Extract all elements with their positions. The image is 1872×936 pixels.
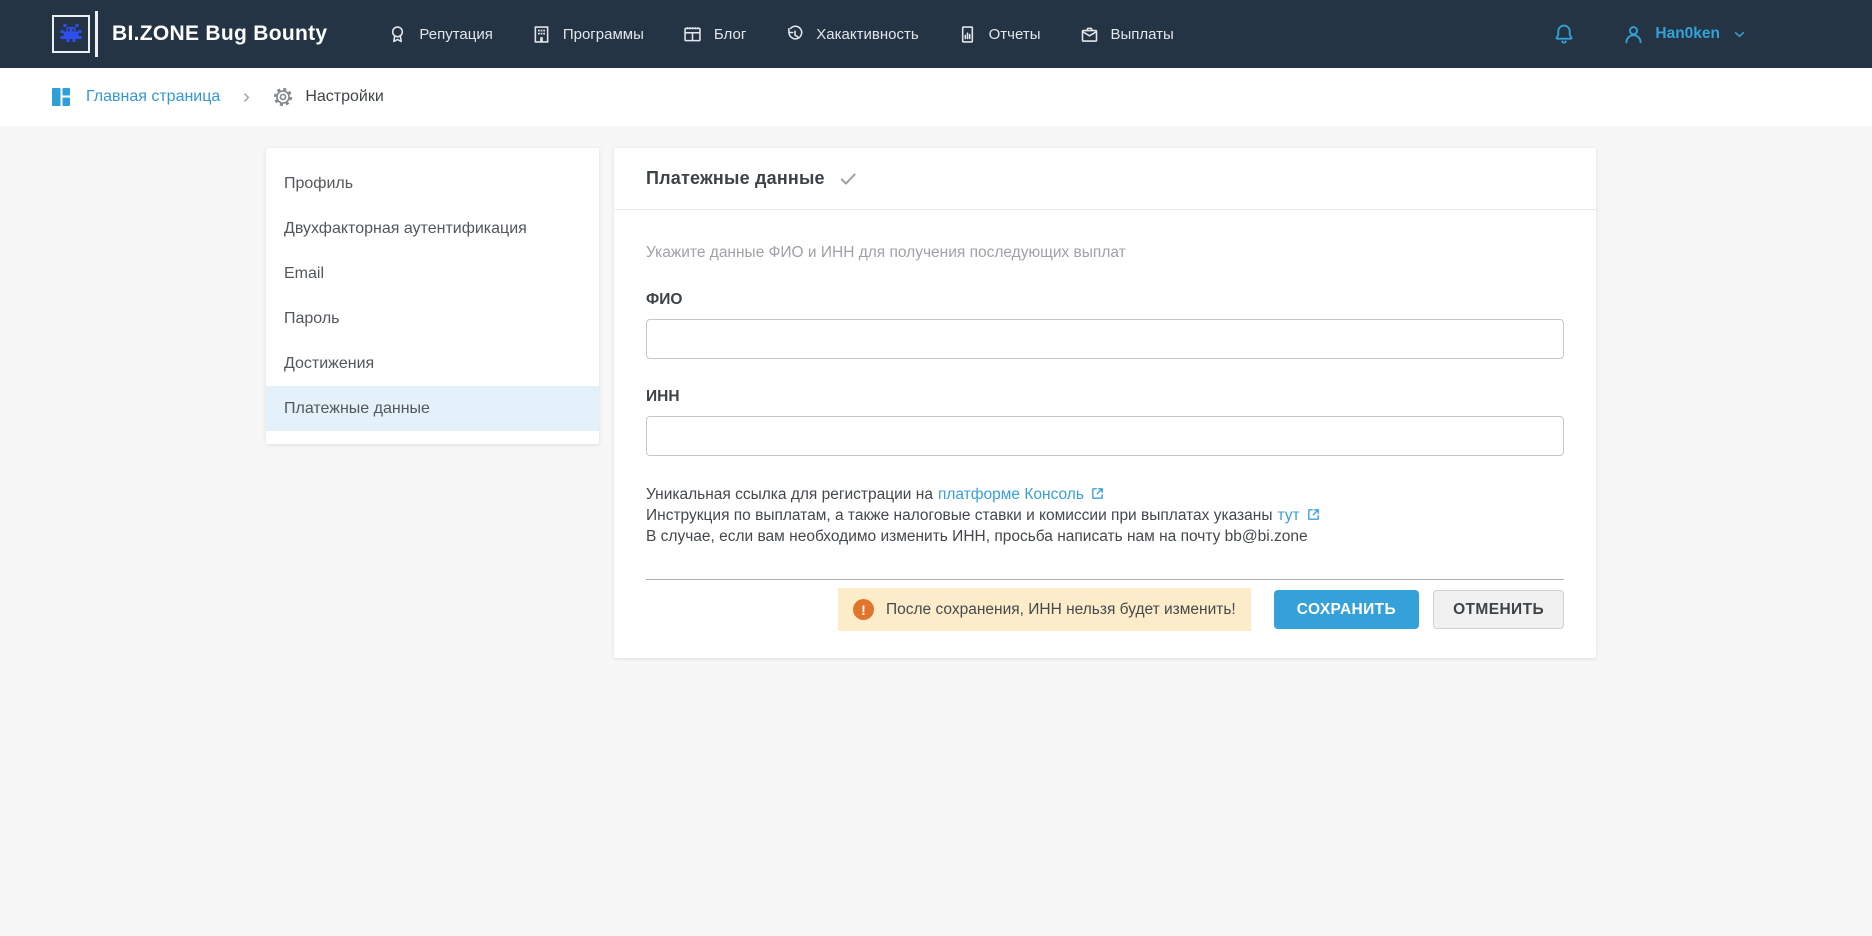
sidebar-item-profile[interactable]: Профиль (266, 161, 599, 206)
console-platform-link[interactable]: платформе Консоль (938, 486, 1084, 503)
notifications-bell-icon[interactable] (1551, 21, 1577, 47)
nav-item-label: Выплаты (1111, 26, 1174, 43)
breadcrumb-home-label: Главная страница (86, 88, 220, 106)
panel-description: Укажите данные ФИО и ИНН для получения п… (646, 244, 1564, 262)
breadcrumb-home-link[interactable]: Главная страница (49, 85, 220, 109)
inn-label: ИНН (646, 388, 1564, 406)
history-icon (784, 24, 805, 45)
nav-item-programs[interactable]: Программы (531, 24, 644, 45)
nav-item-hackactivity[interactable]: Хакактивность (784, 24, 918, 45)
top-navbar: BI.ZONE Bug Bounty Репутация (0, 0, 1872, 68)
breadcrumb: Главная страница Настройки (0, 68, 1872, 126)
user-menu[interactable]: Han0ken (1621, 22, 1748, 47)
panel-footer: ! После сохранения, ИНН нельзя будет изм… (646, 588, 1564, 631)
nav-item-reports[interactable]: Отчеты (957, 24, 1041, 45)
dashboard-icon (49, 85, 73, 109)
inn-input[interactable] (646, 416, 1564, 456)
fio-input[interactable] (646, 319, 1564, 359)
nav-item-label: Репутация (419, 26, 492, 43)
brand-logo[interactable]: BI.ZONE Bug Bounty (52, 11, 327, 57)
main-nav: Репутация Программы (387, 24, 1211, 45)
sidebar-item-password[interactable]: Пароль (266, 296, 599, 341)
user-icon (1621, 22, 1646, 47)
nav-item-label: Отчеты (989, 26, 1041, 43)
warning-banner: ! После сохранения, ИНН нельзя будет изм… (838, 588, 1251, 631)
cancel-button[interactable]: ОТМЕНИТЬ (1433, 590, 1564, 629)
chevron-right-icon (240, 91, 253, 104)
payment-data-panel: Платежные данные Укажите данные ФИО и ИН… (614, 148, 1596, 658)
notes-block: Уникальная ссылка для регистрации наплат… (646, 484, 1564, 547)
reports-icon (957, 24, 978, 45)
settings-sidebar: Профиль Двухфакторная аутентификация Ema… (266, 148, 599, 444)
check-icon (838, 169, 858, 189)
award-icon (387, 24, 408, 45)
external-link-icon[interactable] (1090, 486, 1105, 501)
warning-text: После сохранения, ИНН нельзя будет измен… (886, 601, 1236, 619)
main-content: Профиль Двухфакторная аутентификация Ema… (0, 126, 1872, 936)
nav-item-payouts[interactable]: Выплаты (1079, 24, 1174, 45)
note-line-3: В случае, если вам необходимо изменить И… (646, 526, 1564, 547)
chevron-down-icon (1731, 26, 1748, 43)
gear-icon (272, 86, 294, 108)
panel-header: Платежные данные (614, 148, 1596, 210)
note-line-1: Уникальная ссылка для регистрации наплат… (646, 484, 1564, 505)
nav-item-label: Хакактивность (816, 26, 918, 43)
breadcrumb-current: Настройки (272, 86, 383, 108)
blog-icon (682, 24, 703, 45)
external-link-icon[interactable] (1306, 507, 1321, 522)
sidebar-item-email[interactable]: Email (266, 251, 599, 296)
payout-instructions-link[interactable]: тут (1277, 507, 1299, 524)
brand-title: BI.ZONE Bug Bounty (112, 22, 327, 46)
nav-item-reputation[interactable]: Репутация (387, 24, 492, 45)
panel-title: Платежные данные (646, 168, 825, 189)
fio-label: ФИО (646, 291, 1564, 309)
nav-item-label: Блог (714, 26, 746, 43)
sidebar-item-payment-data[interactable]: Платежные данные (266, 386, 599, 431)
logo-bracket-bar (95, 11, 98, 57)
navbar-right: Han0ken (1551, 21, 1872, 47)
breadcrumb-current-label: Настройки (305, 88, 383, 106)
nav-item-label: Программы (563, 26, 644, 43)
panel-body: Укажите данные ФИО и ИНН для получения п… (614, 210, 1596, 658)
alert-icon: ! (853, 599, 874, 620)
note-line-2: Инструкция по выплатам, а также налоговы… (646, 505, 1564, 526)
payouts-icon (1079, 24, 1100, 45)
footer-divider (646, 579, 1564, 580)
building-icon (531, 24, 552, 45)
username: Han0ken (1655, 25, 1720, 43)
nav-item-blog[interactable]: Блог (682, 24, 746, 45)
sidebar-item-achievements[interactable]: Достижения (266, 341, 599, 386)
save-button[interactable]: СОХРАНИТЬ (1274, 590, 1419, 629)
sidebar-item-2fa[interactable]: Двухфакторная аутентификация (266, 206, 599, 251)
bug-logo-icon (52, 15, 90, 53)
